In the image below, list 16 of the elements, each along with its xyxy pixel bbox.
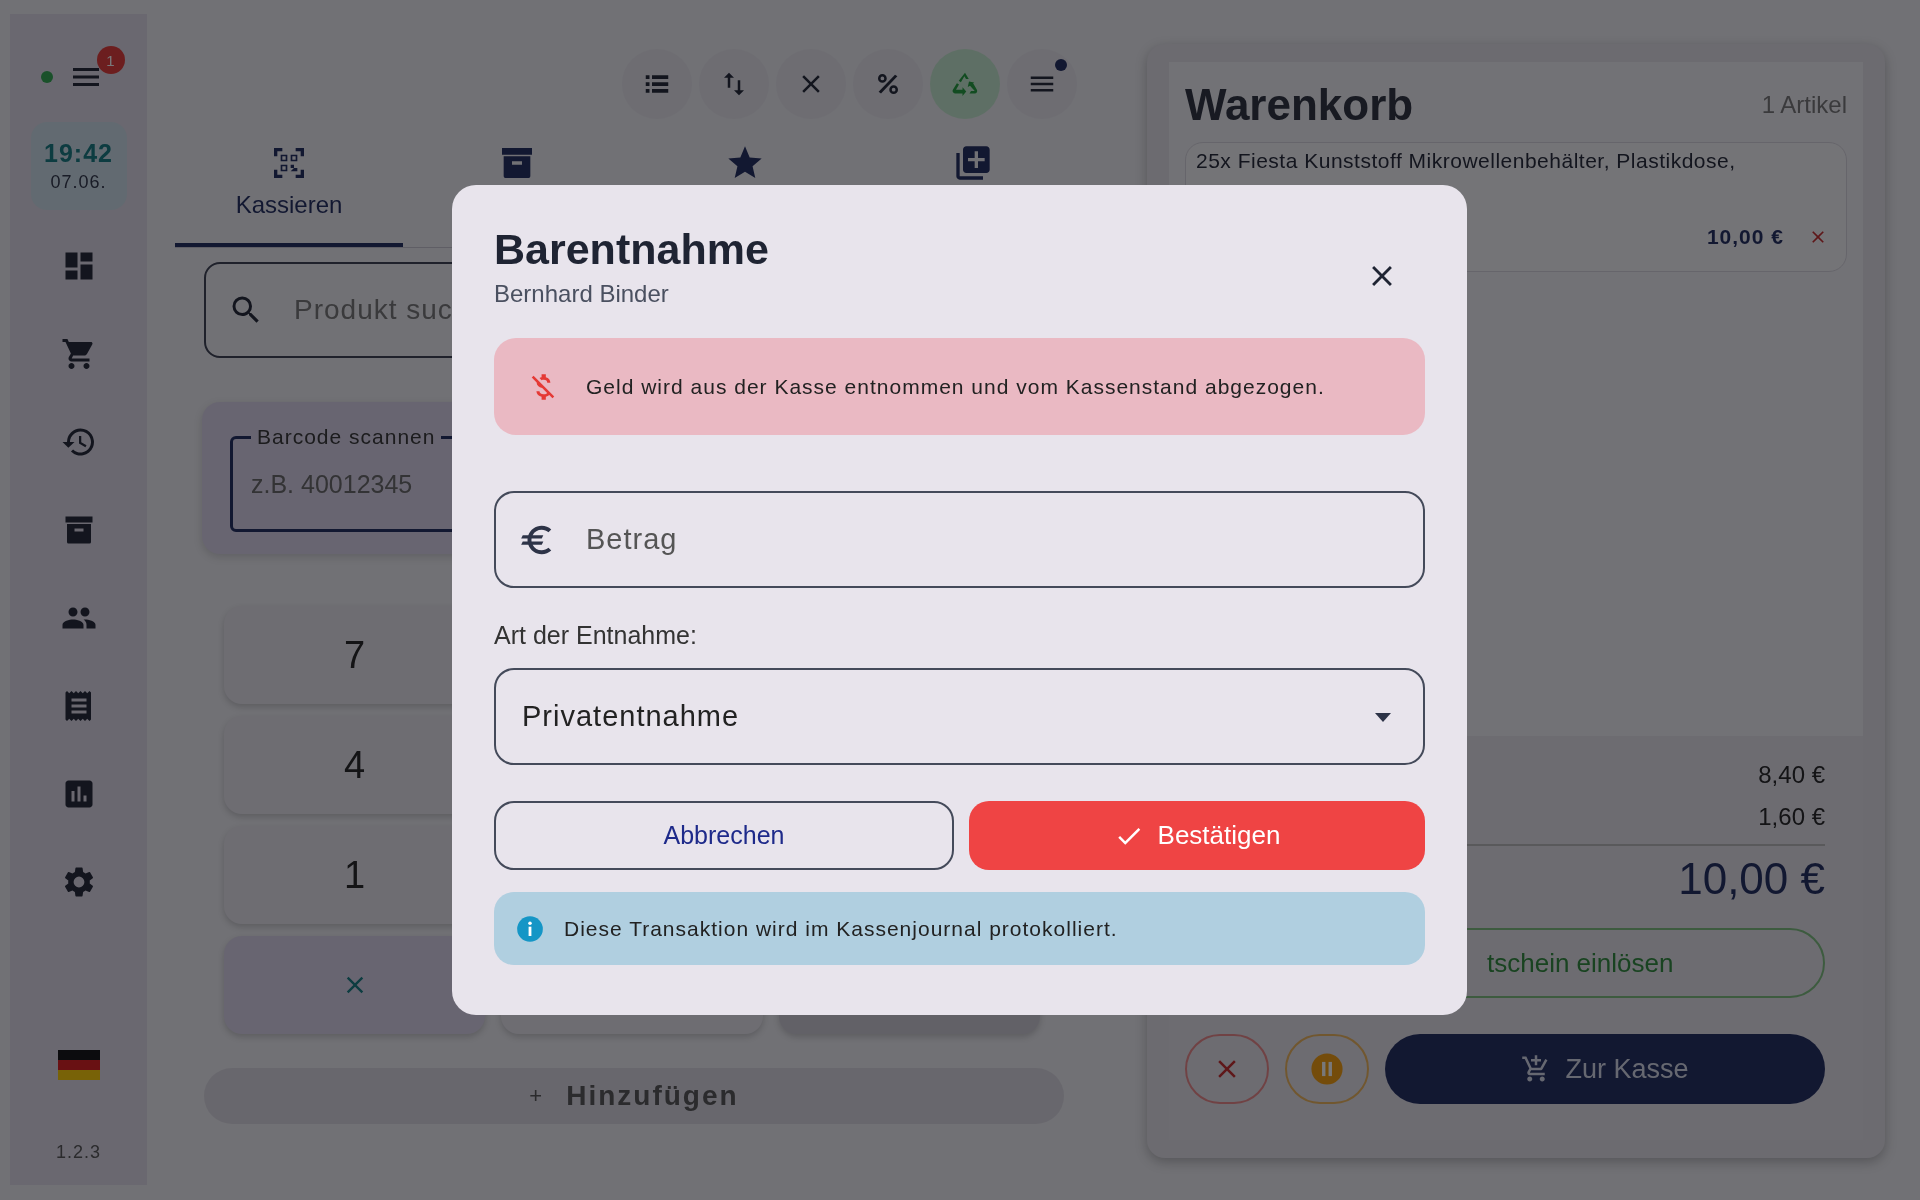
field-label: Art der Entnahme: (494, 621, 698, 650)
warning-text: Geld wird aus der Kasse entnommen und vom Kassenstand abgezogen. (586, 374, 1325, 399)
dialog-subtitle: Bernhard Binder (494, 280, 670, 308)
total-amount: 10,00 € (1678, 854, 1825, 904)
clock-time: 19:42 (44, 139, 113, 168)
item-count: 1 Artikel (1761, 91, 1847, 119)
clock-date: 07.06. (50, 172, 107, 193)
info-text: Diese Transaktion wird im Kassenjournal protokolliert. (564, 916, 1118, 941)
notification-badge: 1 (96, 46, 125, 74)
item-name: 25x Fiesta Kunststoff Mikrowellenbehälter, Plastikdose, (1196, 149, 1737, 173)
summary-value: 8,40 € (1758, 760, 1825, 790)
item-price: 10,00 € (1706, 225, 1784, 249)
version-label: 1.2.3 (55, 1142, 101, 1163)
summary-value: 1,60 € (1758, 802, 1825, 832)
cart-title: Warenkorb (1185, 80, 1414, 130)
dialog-title: Barentnahme (494, 225, 769, 274)
